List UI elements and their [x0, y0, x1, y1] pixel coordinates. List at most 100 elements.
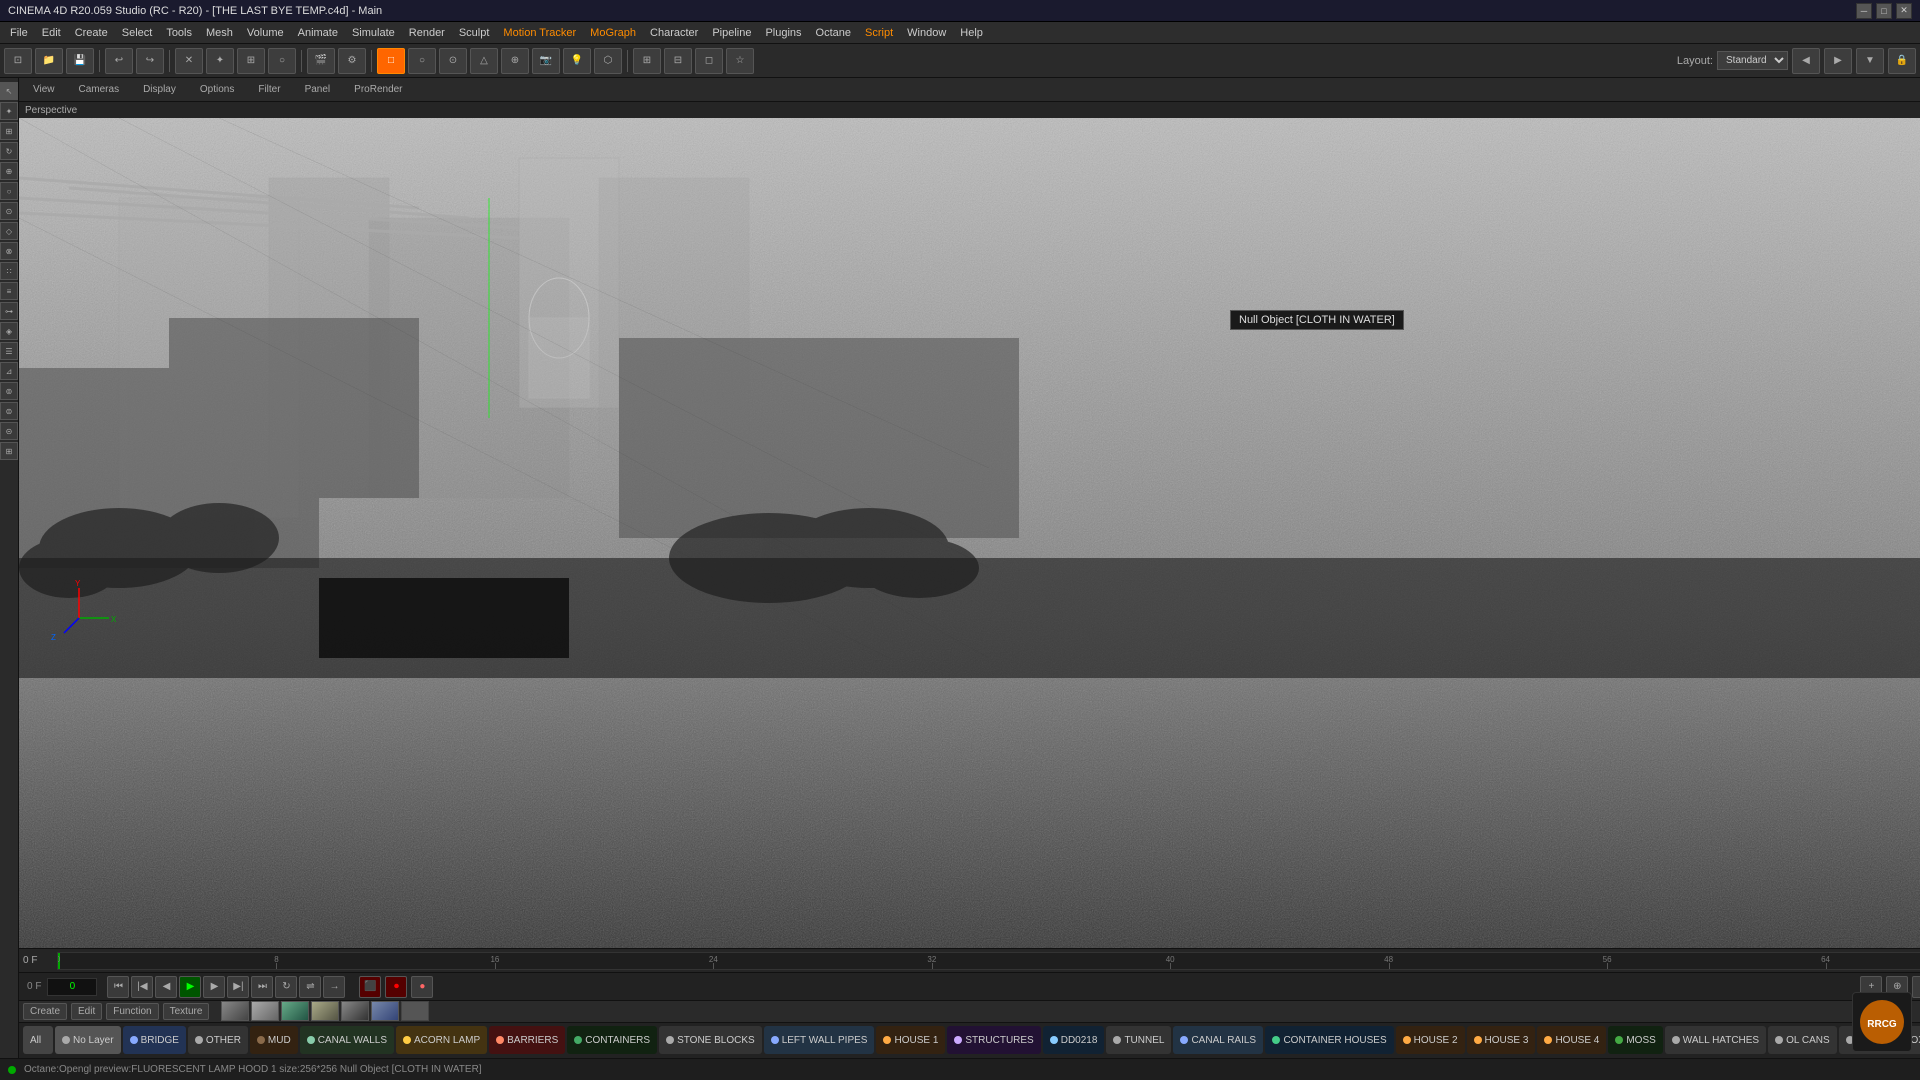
- close-button[interactable]: ✕: [1896, 3, 1912, 19]
- toolbar-cylinder[interactable]: ⊙: [439, 48, 467, 74]
- menu-edit[interactable]: Edit: [36, 25, 67, 41]
- toolbar-workplane[interactable]: ◻: [695, 48, 723, 74]
- menu-animate[interactable]: Animate: [292, 25, 344, 41]
- toolbar-snap[interactable]: ⊞: [633, 48, 661, 74]
- menu-file[interactable]: File: [4, 25, 34, 41]
- transport-auto[interactable]: ●: [411, 976, 433, 998]
- material-thumb-1[interactable]: [221, 1001, 249, 1021]
- layer-canal-walls[interactable]: CANAL WALLS: [300, 1026, 394, 1054]
- toolbar-select[interactable]: ✕: [175, 48, 203, 74]
- menu-pipeline[interactable]: Pipeline: [706, 25, 757, 41]
- toolbar-sphere[interactable]: ○: [408, 48, 436, 74]
- layer-wall-hatches[interactable]: WALL HATCHES: [1665, 1026, 1766, 1054]
- layout-left-btn[interactable]: ◀: [1792, 48, 1820, 74]
- layer-all[interactable]: All: [23, 1026, 53, 1054]
- layout-right-btn[interactable]: ▶: [1824, 48, 1852, 74]
- layers-function-btn[interactable]: Function: [106, 1003, 158, 1020]
- left-tool-12[interactable]: ⊶: [0, 302, 18, 320]
- menu-simulate[interactable]: Simulate: [346, 25, 401, 41]
- menu-script[interactable]: Script: [859, 25, 899, 41]
- left-tool-17[interactable]: ⊜: [0, 402, 18, 420]
- transport-key-point[interactable]: ⊙: [1912, 976, 1920, 998]
- menu-window[interactable]: Window: [901, 25, 952, 41]
- layer-house-3[interactable]: HOUSE 3: [1467, 1026, 1536, 1054]
- left-tool-19[interactable]: ⊞: [0, 442, 18, 460]
- toolbar-extra[interactable]: ☆: [726, 48, 754, 74]
- left-tool-18[interactable]: ⊝: [0, 422, 18, 440]
- vp-tab-options[interactable]: Options: [192, 82, 242, 97]
- layer-ol-cans[interactable]: OL CANS: [1768, 1026, 1837, 1054]
- transport-record[interactable]: ⏺: [385, 976, 407, 998]
- left-tool-8[interactable]: ◇: [0, 222, 18, 240]
- viewport-canvas[interactable]: X Y Z Grid Spacing : 10000 cm: [19, 118, 1920, 948]
- transport-prev-frame[interactable]: ◀: [155, 976, 177, 998]
- toolbar-null[interactable]: ⊕: [501, 48, 529, 74]
- left-tool-rotate[interactable]: ↻: [0, 142, 18, 160]
- toolbar-undo[interactable]: ↩: [105, 48, 133, 74]
- vp-tab-display[interactable]: Display: [135, 82, 184, 97]
- layer-canal-rails[interactable]: CANAL RAILS: [1173, 1026, 1263, 1054]
- minimize-button[interactable]: ─: [1856, 3, 1872, 19]
- transport-bounce[interactable]: ⇌: [299, 976, 321, 998]
- material-thumb-2[interactable]: [251, 1001, 279, 1021]
- left-tool-6[interactable]: ○: [0, 182, 18, 200]
- layout-lock-btn[interactable]: 🔒: [1888, 48, 1916, 74]
- layer-left-wall-pipes[interactable]: LEFT WALL PIPES: [764, 1026, 875, 1054]
- layers-edit-btn[interactable]: Edit: [71, 1003, 102, 1020]
- layer-no-layer[interactable]: No Layer: [55, 1026, 121, 1054]
- menu-octane[interactable]: Octane: [810, 25, 857, 41]
- menu-create[interactable]: Create: [69, 25, 114, 41]
- transport-prev-key[interactable]: |◀: [131, 976, 153, 998]
- material-thumb-6[interactable]: [371, 1001, 399, 1021]
- menu-character[interactable]: Character: [644, 25, 704, 41]
- material-thumb-5[interactable]: [341, 1001, 369, 1021]
- layer-other[interactable]: OTHER: [188, 1026, 248, 1054]
- layer-container-houses[interactable]: CONTAINER HOUSES: [1265, 1026, 1393, 1054]
- left-tool-16[interactable]: ⊚: [0, 382, 18, 400]
- vp-tab-view[interactable]: View: [25, 82, 63, 97]
- toolbar-scale[interactable]: ⊞: [237, 48, 265, 74]
- toolbar-material[interactable]: ⬡: [594, 48, 622, 74]
- toolbar-render[interactable]: 🎬: [307, 48, 335, 74]
- layer-tunnel[interactable]: TUNNEL: [1106, 1026, 1171, 1054]
- transport-next-frame[interactable]: ▶: [203, 976, 225, 998]
- layers-texture-btn[interactable]: Texture: [163, 1003, 210, 1020]
- left-tool-14[interactable]: ☰: [0, 342, 18, 360]
- layer-house-2[interactable]: HOUSE 2: [1396, 1026, 1465, 1054]
- menu-help[interactable]: Help: [954, 25, 989, 41]
- layout-dropdown[interactable]: Standard: [1717, 51, 1788, 70]
- toolbar-redo[interactable]: ↪: [136, 48, 164, 74]
- transport-loop[interactable]: ↻: [275, 976, 297, 998]
- layout-down-btn[interactable]: ▼: [1856, 48, 1884, 74]
- maximize-button[interactable]: □: [1876, 3, 1892, 19]
- left-tool-10[interactable]: ∷: [0, 262, 18, 280]
- transport-stop-rec[interactable]: ⬛: [359, 976, 381, 998]
- menu-select[interactable]: Select: [116, 25, 159, 41]
- layers-create-btn[interactable]: Create: [23, 1003, 67, 1020]
- toolbar-grid[interactable]: ⊟: [664, 48, 692, 74]
- left-tool-scale[interactable]: ⊞: [0, 122, 18, 140]
- left-tool-13[interactable]: ◈: [0, 322, 18, 340]
- left-tool-9[interactable]: ⊗: [0, 242, 18, 260]
- toolbar-cone[interactable]: △: [470, 48, 498, 74]
- menu-render[interactable]: Render: [403, 25, 451, 41]
- vp-tab-panel[interactable]: Panel: [297, 82, 339, 97]
- layer-moss[interactable]: MOSS: [1608, 1026, 1662, 1054]
- toolbar-rotate[interactable]: ○: [268, 48, 296, 74]
- left-tool-move[interactable]: ✦: [0, 102, 18, 120]
- toolbar-camera[interactable]: 📷: [532, 48, 560, 74]
- menu-mograph[interactable]: MoGraph: [584, 25, 642, 41]
- left-tool-15[interactable]: ⊿: [0, 362, 18, 380]
- menu-plugins[interactable]: Plugins: [759, 25, 807, 41]
- layer-stone-blocks[interactable]: STONE BLOCKS: [659, 1026, 762, 1054]
- layer-acorn-lamp[interactable]: ACORN LAMP: [396, 1026, 487, 1054]
- layer-containers[interactable]: CONTAINERS: [567, 1026, 657, 1054]
- left-tool-select[interactable]: ↖: [0, 82, 18, 100]
- left-tool-7[interactable]: ⊙: [0, 202, 18, 220]
- left-tool-5[interactable]: ⊕: [0, 162, 18, 180]
- layer-house-1[interactable]: HOUSE 1: [876, 1026, 945, 1054]
- layer-house-4[interactable]: HOUSE 4: [1537, 1026, 1606, 1054]
- vp-tab-cameras[interactable]: Cameras: [71, 82, 128, 97]
- timeline-ruler[interactable]: 0 8 16 24 32 40 48 56 64 72: [57, 952, 1920, 970]
- left-tool-11[interactable]: ≡: [0, 282, 18, 300]
